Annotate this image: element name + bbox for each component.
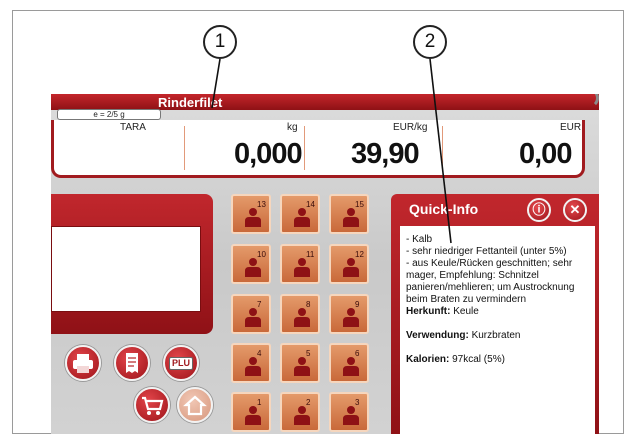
person-icon: [245, 308, 261, 327]
plu-key-number: 5: [306, 349, 311, 358]
person-icon: [343, 308, 359, 327]
close-icon: ✕: [569, 202, 581, 217]
person-icon: [294, 308, 310, 327]
plu-key-number: 8: [306, 300, 311, 309]
person-icon: [294, 208, 310, 227]
receipt-button[interactable]: [114, 345, 150, 381]
plu-key[interactable]: 3: [329, 392, 369, 432]
plu-key[interactable]: 11: [280, 244, 320, 284]
quick-info-title: Quick-Info: [409, 201, 479, 217]
person-icon: [343, 357, 359, 376]
cart-button[interactable]: [134, 387, 170, 423]
person-icon: [343, 406, 359, 425]
person-icon: [245, 258, 261, 277]
verwendung-value: Kurzbraten: [471, 330, 521, 341]
total-value: 0,00: [519, 138, 572, 170]
price-value: 39,90: [351, 138, 420, 170]
plu-key[interactable]: 9: [329, 294, 369, 334]
plu-key-number: 2: [306, 398, 311, 407]
plu-label: PLU: [169, 357, 193, 370]
receipt-icon: [126, 353, 138, 373]
person-icon: [245, 208, 261, 227]
print-button[interactable]: [65, 345, 101, 381]
plu-key[interactable]: 13: [231, 194, 271, 234]
kalorien-row: Kalorien: 97kcal (5%): [406, 354, 591, 366]
price-unit: EUR/kg: [393, 122, 428, 133]
plu-button[interactable]: PLU: [163, 345, 199, 381]
printer-icon: [73, 354, 93, 373]
plu-key[interactable]: 5: [280, 343, 320, 383]
plu-key-number: 13: [257, 200, 266, 209]
plu-key[interactable]: 4: [231, 343, 271, 383]
plu-key[interactable]: 6: [329, 343, 369, 383]
plu-key[interactable]: 14: [280, 194, 320, 234]
plu-key[interactable]: 8: [280, 294, 320, 334]
person-icon: [294, 406, 310, 425]
plu-key-number: 10: [257, 250, 266, 259]
separator: [304, 126, 305, 170]
herkunft-row: Herkunft: Keule: [406, 306, 591, 318]
home-icon: [183, 395, 207, 416]
info-line: - sehr niedriger Fettanteil (unter 5%): [406, 246, 567, 257]
plu-key[interactable]: 10: [231, 244, 271, 284]
quick-info-panel: Quick-Info ⓘ ✕ - Kalb - sehr niedriger F…: [391, 194, 599, 434]
title-bar: Rinderfilet: [51, 94, 599, 110]
scale-screen: Rinderfilet e = 2/5 g TARA kg 0,000 EUR/…: [51, 94, 599, 434]
verwendung-row: Verwendung: Kurzbraten: [406, 330, 591, 342]
quick-info-text: - Kalb - sehr niedriger Fettanteil (unte…: [400, 226, 595, 434]
plu-key-number: 14: [306, 200, 315, 209]
plu-key-number: 4: [257, 349, 262, 358]
kalorien-label: Kalorien:: [406, 354, 450, 365]
verwendung-label: Verwendung:: [406, 330, 469, 341]
home-button[interactable]: [177, 387, 213, 423]
plu-key-number: 12: [355, 250, 364, 259]
plu-key[interactable]: 2: [280, 392, 320, 432]
person-icon: [294, 258, 310, 277]
callout-1: 1: [203, 25, 237, 59]
plu-key[interactable]: 15: [329, 194, 369, 234]
total-unit: EUR: [560, 122, 582, 133]
info-button[interactable]: ⓘ: [527, 198, 551, 222]
plu-key-number: 9: [355, 300, 360, 309]
plu-key-number: 7: [257, 300, 262, 309]
plu-key-number: 15: [355, 200, 364, 209]
left-panel: [51, 194, 213, 334]
plu-key-number: 1: [257, 398, 262, 407]
person-icon: [245, 406, 261, 425]
info-line: - Kalb: [406, 234, 433, 245]
tara-label: TARA: [120, 122, 146, 133]
plu-key-number: 3: [355, 398, 360, 407]
plu-key-number: 11: [306, 250, 315, 259]
herkunft-label: Herkunft:: [406, 306, 451, 317]
callout-2: 2: [413, 25, 447, 59]
close-button[interactable]: ✕: [563, 198, 587, 222]
e-value-box: e = 2/5 g: [57, 109, 161, 120]
cart-icon: [142, 396, 164, 415]
product-title: Rinderfilet: [158, 95, 223, 110]
weight-display: TARA kg 0,000 EUR/kg 39,90 EUR 0,00: [51, 120, 585, 178]
kalorien-value: 97kcal (5%): [452, 354, 505, 365]
plu-key[interactable]: 7: [231, 294, 271, 334]
plu-key[interactable]: 1: [231, 392, 271, 432]
person-icon: [343, 258, 359, 277]
info-line: - aus Keule/Rücken geschnitten; sehr mag…: [406, 258, 575, 305]
person-icon: [343, 208, 359, 227]
info-icon: ⓘ: [532, 202, 546, 217]
left-panel-content: [51, 226, 201, 312]
separator: [184, 126, 185, 170]
weight-value: 0,000: [234, 138, 303, 170]
plu-key[interactable]: 12: [329, 244, 369, 284]
separator: [442, 126, 443, 170]
person-icon: [294, 357, 310, 376]
person-icon: [245, 357, 261, 376]
plu-key-number: 6: [355, 349, 360, 358]
weight-unit: kg: [287, 122, 298, 133]
herkunft-value: Keule: [453, 306, 479, 317]
